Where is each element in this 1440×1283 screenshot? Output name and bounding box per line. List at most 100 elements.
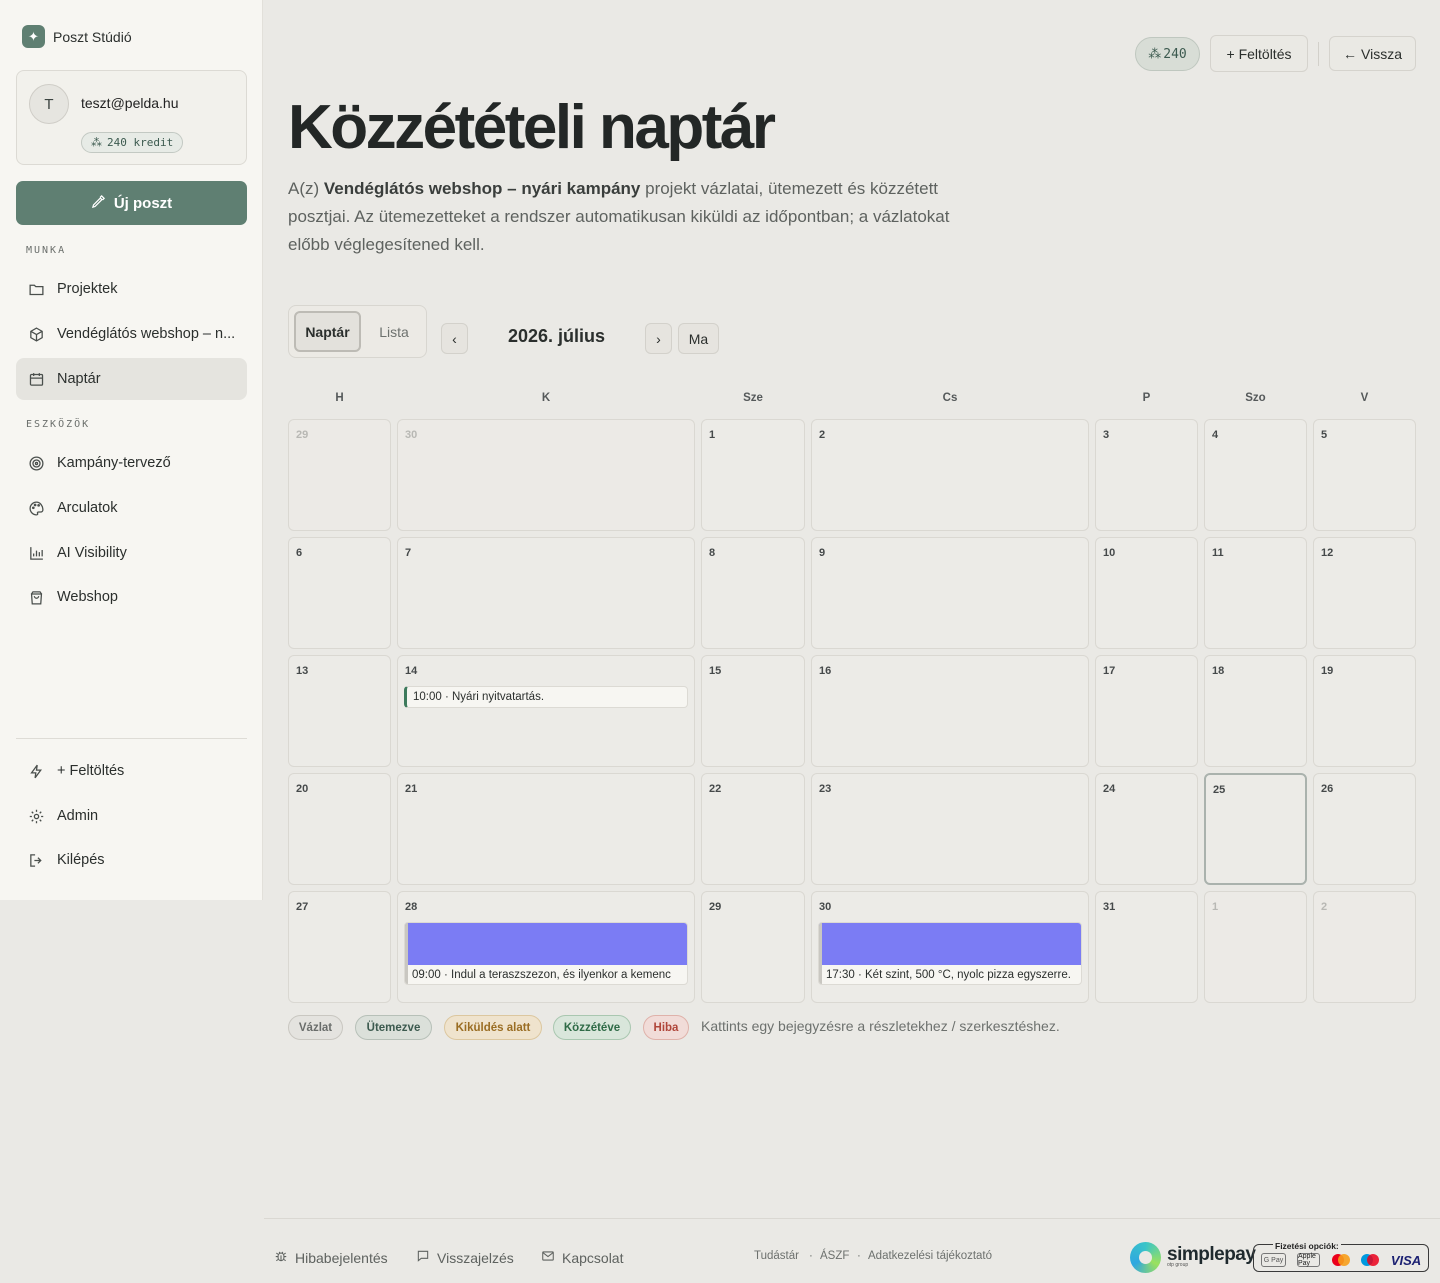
simplepay-wordmark: simplepay otp group xyxy=(1167,1244,1256,1268)
sidebar-item-label: Arculatok xyxy=(57,500,118,516)
sidebar-item-campaign-planner[interactable]: Kampány-tervező xyxy=(16,442,247,484)
calendar-day[interactable]: 11 xyxy=(1204,537,1307,649)
new-post-button[interactable]: Új poszt xyxy=(16,181,247,225)
sidebar-item-ai-visibility[interactable]: AI Visibility xyxy=(16,532,247,574)
feedback-label: Visszajelzés xyxy=(437,1249,514,1266)
calendar-day[interactable]: 20 xyxy=(288,773,391,885)
desc-prefix: A(z) xyxy=(288,179,324,198)
day-number: 5 xyxy=(1321,429,1328,441)
sidebar-item-label: Webshop xyxy=(57,589,118,605)
avatar: T xyxy=(29,84,69,124)
calendar-day[interactable]: 16 xyxy=(811,655,1089,767)
weekday-thu-header: Cs xyxy=(942,392,958,404)
day-number: 17 xyxy=(1103,665,1116,677)
credit-pill[interactable]: ⁂ 240 xyxy=(1135,37,1200,71)
calendar-day[interactable]: 26 xyxy=(1313,773,1416,885)
calendar-day[interactable]: 23 xyxy=(811,773,1089,885)
event-text: 10:00 · Nyári nyitvatartás. xyxy=(413,691,545,703)
calendar-day[interactable]: 24 xyxy=(1095,773,1198,885)
calendar-day[interactable]: 7 xyxy=(397,537,695,649)
calendar-day[interactable]: 10 xyxy=(1095,537,1198,649)
calendar-day[interactable]: 8 xyxy=(701,537,805,649)
sidebar-item-label: Vendéglátós webshop – n... xyxy=(57,326,236,342)
sidebar-item-projects[interactable]: Projektek xyxy=(16,268,247,310)
palette-icon xyxy=(27,499,45,517)
tab-calendar-view[interactable]: Naptár xyxy=(294,311,361,352)
footer-divider xyxy=(264,1218,1440,1219)
calendar-day-today[interactable]: 25 xyxy=(1204,773,1307,885)
calendar-day[interactable]: 27 xyxy=(288,891,391,1003)
calendar-day[interactable]: 12 xyxy=(1313,537,1416,649)
calendar-day[interactable]: 3 xyxy=(1095,419,1198,531)
calendar-event[interactable]: 17:30 · Két szint, 500 °C, nyolc pizza e… xyxy=(818,922,1082,985)
sidebar-item-admin[interactable]: Admin xyxy=(16,795,247,837)
day-number: 9 xyxy=(819,547,826,559)
tab-list-view[interactable]: Lista xyxy=(367,311,421,352)
day-number: 11 xyxy=(1212,547,1224,559)
calendar-event[interactable]: 10:00 · Nyári nyitvatartás. xyxy=(404,686,688,708)
maestro-icon xyxy=(1359,1253,1381,1267)
brand[interactable]: ✦ Poszt Stúdió xyxy=(22,25,132,48)
section-label-tools: ESZKÖZÖK xyxy=(26,419,91,430)
sidebar-item-logout[interactable]: Kilépés xyxy=(16,839,247,881)
bug-report-link[interactable]: Hibabejelentés xyxy=(274,1249,388,1266)
lightning-icon xyxy=(27,762,45,780)
terms-link[interactable]: ÁSZF xyxy=(820,1250,849,1262)
calendar-day[interactable]: 6 xyxy=(288,537,391,649)
back-button-label: Vissza xyxy=(1361,45,1402,62)
day-number: 1 xyxy=(709,429,716,441)
sparkle-icon: ✦ xyxy=(22,25,45,48)
pencil-icon xyxy=(91,194,106,213)
calendar-day[interactable]: 31 xyxy=(1095,891,1198,1003)
calendar-day[interactable]: 14 10:00 · Nyári nyitvatartás. xyxy=(397,655,695,767)
calendar-day[interactable]: 22 xyxy=(701,773,805,885)
privacy-link[interactable]: Adatkezelési tájékoztató xyxy=(868,1250,992,1262)
next-month-button[interactable]: › xyxy=(645,323,672,354)
day-number: 15 xyxy=(709,665,722,677)
sparkles-icon: ⁂ xyxy=(1148,46,1162,62)
calendar-day[interactable]: 4 xyxy=(1204,419,1307,531)
sidebar-item-brands[interactable]: Arculatok xyxy=(16,487,247,529)
calendar-day[interactable]: 1 xyxy=(701,419,805,531)
simplepay-text: simplepay xyxy=(1167,1244,1256,1265)
calendar-day[interactable]: 9 xyxy=(811,537,1089,649)
calendar-event[interactable]: 09:00 · Indul a teraszszezon, és ilyenko… xyxy=(404,922,688,985)
calendar-day[interactable]: 18 xyxy=(1204,655,1307,767)
sidebar-item-label: Kilépés xyxy=(57,852,105,868)
calendar-day[interactable]: 29 xyxy=(701,891,805,1003)
contact-link[interactable]: Kapcsolat xyxy=(541,1249,623,1266)
day-number: 7 xyxy=(405,547,412,559)
calendar-day[interactable]: 30 xyxy=(397,419,695,531)
sidebar-item-upload[interactable]: + Feltöltés xyxy=(16,750,247,792)
calendar-day[interactable]: 15 xyxy=(701,655,805,767)
calendar-day[interactable]: 21 xyxy=(397,773,695,885)
day-number: 30 xyxy=(819,901,832,913)
today-button[interactable]: Ma xyxy=(678,323,719,354)
user-card: T teszt@pelda.hu ⁂ 240 kredit xyxy=(16,70,247,165)
sidebar-item-webshop[interactable]: Webshop xyxy=(16,576,247,618)
sidebar-item-calendar[interactable]: Naptár xyxy=(16,358,247,400)
upload-button[interactable]: + Feltöltés xyxy=(1210,35,1308,72)
calendar-day[interactable]: 5 xyxy=(1313,419,1416,531)
calendar-day[interactable]: 19 xyxy=(1313,655,1416,767)
day-number: 13 xyxy=(296,665,309,677)
event-thumbnail xyxy=(819,923,1081,965)
calendar-day[interactable]: 1 xyxy=(1204,891,1307,1003)
calendar-day[interactable]: 13 xyxy=(288,655,391,767)
feedback-link[interactable]: Visszajelzés xyxy=(416,1249,514,1266)
status-scheduled-badge: Ütemezve xyxy=(355,1015,432,1040)
status-sending-badge: Kiküldés alatt xyxy=(444,1015,542,1040)
calendar-day[interactable]: 2 xyxy=(1313,891,1416,1003)
calendar-day[interactable]: 28 09:00 · Indul a teraszszezon, és ilyen… xyxy=(397,891,695,1003)
calendar-day[interactable]: 29 xyxy=(288,419,391,531)
prev-month-button[interactable]: ‹ xyxy=(441,323,468,354)
day-number: 3 xyxy=(1103,429,1110,441)
box-icon xyxy=(27,325,45,343)
calendar-day[interactable]: 17 xyxy=(1095,655,1198,767)
sidebar-item-project[interactable]: Vendéglátós webshop – n... xyxy=(16,313,247,355)
simplepay-logo[interactable]: simplepay otp group xyxy=(1130,1242,1256,1273)
back-button[interactable]: ← Vissza xyxy=(1329,36,1416,71)
knowledge-base-link[interactable]: Tudástár xyxy=(754,1250,799,1262)
calendar-day[interactable]: 30 17:30 · Két szint, 500 °C, nyolc pizza… xyxy=(811,891,1089,1003)
calendar-day[interactable]: 2 xyxy=(811,419,1089,531)
